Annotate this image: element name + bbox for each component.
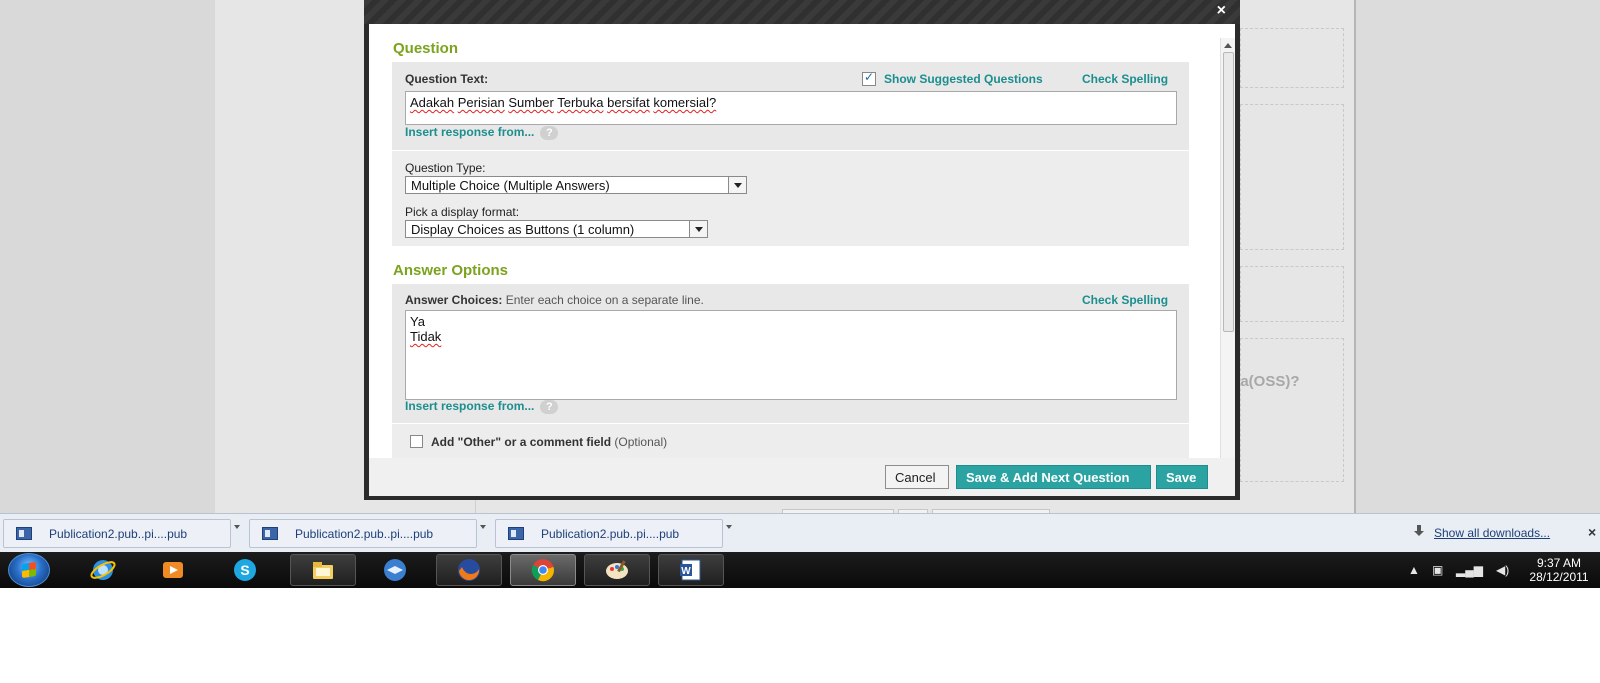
question-type-label: Question Type: [405,161,486,175]
svg-text:S: S [240,562,249,578]
answer-section-title: Answer Options [393,262,509,279]
modal-body: Question Question Text: Show Suggested Q… [369,24,1235,458]
answer-choices-panel: Answer Choices: Enter each choice on a s… [392,284,1189,423]
save-button[interactable]: Save [1156,465,1208,489]
network-signal-icon[interactable]: ▂▄▆ [1456,563,1483,577]
clock-time: 9:37 AM [1536,556,1582,570]
chevron-down-icon [689,221,707,237]
background-question-box [1240,338,1344,482]
question-text-panel: Question Text: Show Suggested Questions … [392,62,1189,150]
help-icon[interactable]: ? [540,400,559,414]
check-spelling-link[interactable]: Check Spelling [1082,72,1168,86]
paint-icon[interactable] [584,554,650,586]
show-suggested-checkbox[interactable] [862,70,876,86]
show-all-downloads-link[interactable]: Show all downloads... [1434,526,1550,540]
word-icon[interactable]: W [658,554,724,586]
display-format-label: Pick a display format: [405,205,520,219]
download-item-name: Publication2.pub..pi....pub [295,527,434,541]
insert-response-label: Insert response from... [405,399,535,413]
answer-choices-hint: Enter each choice on a separate line. [505,293,704,307]
page-right-margin [1356,0,1600,513]
taskbar-clock[interactable]: 9:37 AM 28/12/2011 [1524,556,1594,584]
download-item[interactable]: Publication2.pub..pi....pub [3,519,240,548]
page-left-margin [0,0,215,513]
background-question-box [1240,104,1344,250]
start-button[interactable] [8,553,50,587]
downloads-bar: Publication2.pub..pi....pub Publication2… [0,513,1600,552]
display-format-select[interactable]: Display Choices as Buttons (1 column) [405,220,708,238]
check-spelling-link[interactable]: Check Spelling [1082,293,1168,307]
download-item-name: Publication2.pub..pi....pub [541,527,680,541]
modal-footer: Cancel Save & Add Next Question Save [369,458,1235,496]
question-word: Terbuka [557,95,604,110]
help-icon[interactable]: ? [540,126,559,140]
question-type-value: Multiple Choice (Multiple Answers) [411,178,610,193]
chevron-down-icon[interactable] [230,520,244,547]
question-word: komersial? [653,95,717,110]
save-add-next-button[interactable]: Save & Add Next Question [956,465,1151,489]
publisher-file-icon [16,527,32,540]
internet-explorer-icon[interactable] [70,554,136,586]
other-comment-checkbox[interactable] [410,435,423,448]
download-item-name: Publication2.pub..pi....pub [49,527,188,541]
battery-icon[interactable]: ▣ [1432,563,1443,577]
volume-icon[interactable]: ◀) [1496,563,1509,577]
clock-date: 28/12/2011 [1529,570,1589,584]
modal-titlebar: × [364,0,1240,24]
download-item[interactable]: Publication2.pub..pi....pub [495,519,732,548]
question-word: Adakah [410,95,455,110]
firefox-icon[interactable] [436,554,502,586]
question-word: Sumber [508,95,554,110]
question-type-panel: Question Type: Multiple Choice (Multiple… [392,151,1189,246]
scrollbar-thumb[interactable] [1223,52,1234,332]
show-hidden-icons-icon[interactable]: ▲ [1408,563,1420,577]
scroll-up-icon[interactable] [1224,43,1232,48]
other-comment-label: Add "Other" or a comment field [431,435,612,449]
answer-choice-line: Tidak [410,329,442,344]
svg-text:W: W [681,566,691,577]
other-comment-panel: Add "Other" or a comment field (Optional… [392,424,1189,458]
show-suggested-questions-link[interactable]: Show Suggested Questions [884,72,1043,86]
close-icon[interactable]: × [1588,524,1596,540]
question-text-input[interactable]: Adakah Perisian Sumber Terbuka bersifat … [405,91,1177,125]
background-question-box [1240,28,1344,88]
insert-response-link[interactable]: Insert response from...? [405,399,559,414]
cancel-button[interactable]: Cancel [885,465,949,489]
download-arrow-icon [1414,525,1424,537]
display-format-value: Display Choices as Buttons (1 column) [411,222,635,237]
background-question-box [1240,266,1344,322]
download-item[interactable]: Publication2.pub..pi....pub [249,519,486,548]
insert-response-link[interactable]: Insert response from...? [405,125,559,140]
skype-icon[interactable]: S [212,554,278,586]
chevron-down-icon [728,177,746,193]
background-question-text: ka(OSS)? [1232,373,1300,390]
answer-choices-textarea[interactable]: Ya Tidak [405,310,1177,400]
close-icon[interactable]: × [1217,2,1226,20]
other-comment-optional: (Optional) [614,435,668,449]
insert-response-label: Insert response from... [405,125,535,139]
question-section-title: Question [393,40,459,57]
chevron-down-icon[interactable] [722,520,736,547]
question-word: bersifat [607,95,650,110]
media-player-icon[interactable] [140,554,206,586]
answer-choices-label: Answer Choices: [405,293,503,307]
question-type-select[interactable]: Multiple Choice (Multiple Answers) [405,176,747,194]
file-explorer-icon[interactable] [290,554,356,586]
answer-choice-line: Ya [410,314,425,329]
publisher-file-icon [262,527,278,540]
screen: ka(OSS)? × Question Question Text: Show … [0,0,1600,683]
chrome-icon[interactable] [510,554,576,586]
modal-scrollbar[interactable] [1220,38,1235,458]
other-comment-label-row[interactable]: Add "Other" or a comment field (Optional… [431,435,667,449]
question-word: Perisian [457,95,505,110]
thunderbird-icon[interactable] [362,554,428,586]
publisher-file-icon [508,527,524,540]
windows-taskbar: S W ▲ ▣ ▂▄▆ ◀) 9:37 AM 28/12/2011 [0,552,1600,588]
chevron-down-icon[interactable] [476,520,490,547]
edit-question-modal: × Question Question Text: Show Suggested… [364,0,1240,500]
answer-choices-label-row: Answer Choices: Enter each choice on a s… [405,293,704,307]
question-text-label: Question Text: [405,72,489,86]
